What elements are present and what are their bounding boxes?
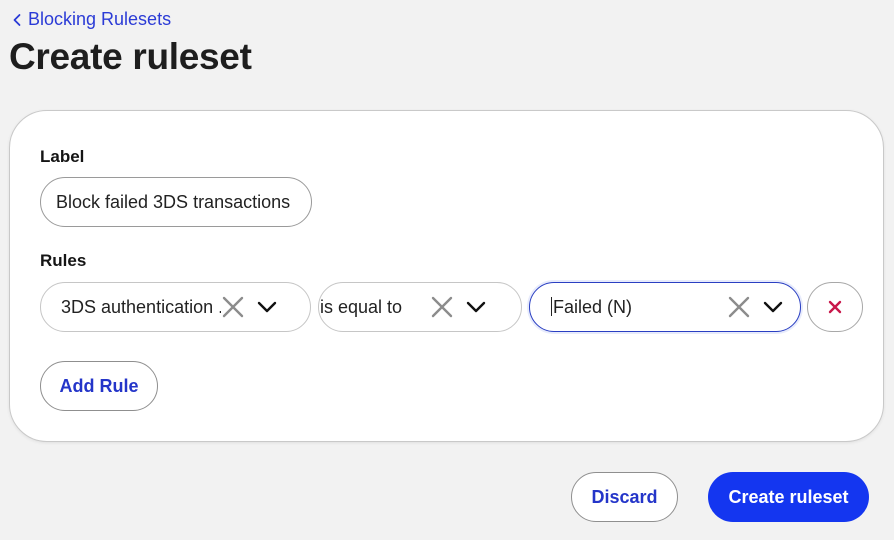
rules-heading: Rules (40, 251, 87, 270)
discard-button[interactable]: Discard (571, 472, 678, 522)
page-title: Create ruleset (9, 36, 252, 77)
create-ruleset-page: Blocking Rulesets Create ruleset Label R… (0, 0, 894, 540)
rule-operator-value: is equal to (320, 296, 403, 317)
clear-x-icon[interactable] (221, 295, 245, 319)
chevron-down-icon[interactable] (255, 295, 279, 319)
clear-x-icon[interactable] (430, 295, 454, 319)
chevron-down-icon[interactable] (464, 295, 488, 319)
add-rule-button[interactable]: Add Rule (40, 361, 158, 411)
rule-operator-select[interactable]: is equal to (318, 282, 522, 332)
chevron-left-icon (13, 13, 21, 26)
rule-value-value: Failed (N) (553, 296, 633, 317)
rule-field-select[interactable]: 3DS authentication ... (40, 282, 311, 332)
chevron-down-icon[interactable] (761, 295, 785, 319)
remove-rule-button[interactable] (807, 282, 863, 332)
label-field-heading: Label (40, 147, 85, 166)
back-link-label: Blocking Rulesets (28, 9, 172, 29)
create-ruleset-button[interactable]: Create ruleset (708, 472, 869, 522)
back-link-blocking-rulesets[interactable]: Blocking Rulesets (12, 9, 171, 30)
text-caret (551, 296, 552, 317)
remove-x-icon (828, 300, 842, 314)
rule-value-select[interactable]: Failed (N) (529, 282, 801, 332)
clear-x-icon[interactable] (727, 295, 751, 319)
ruleset-form-card: Label Rules 3DS authentication ... is eq… (9, 110, 884, 442)
rule-field-value: 3DS authentication ... (61, 296, 221, 317)
label-input[interactable] (40, 177, 312, 227)
